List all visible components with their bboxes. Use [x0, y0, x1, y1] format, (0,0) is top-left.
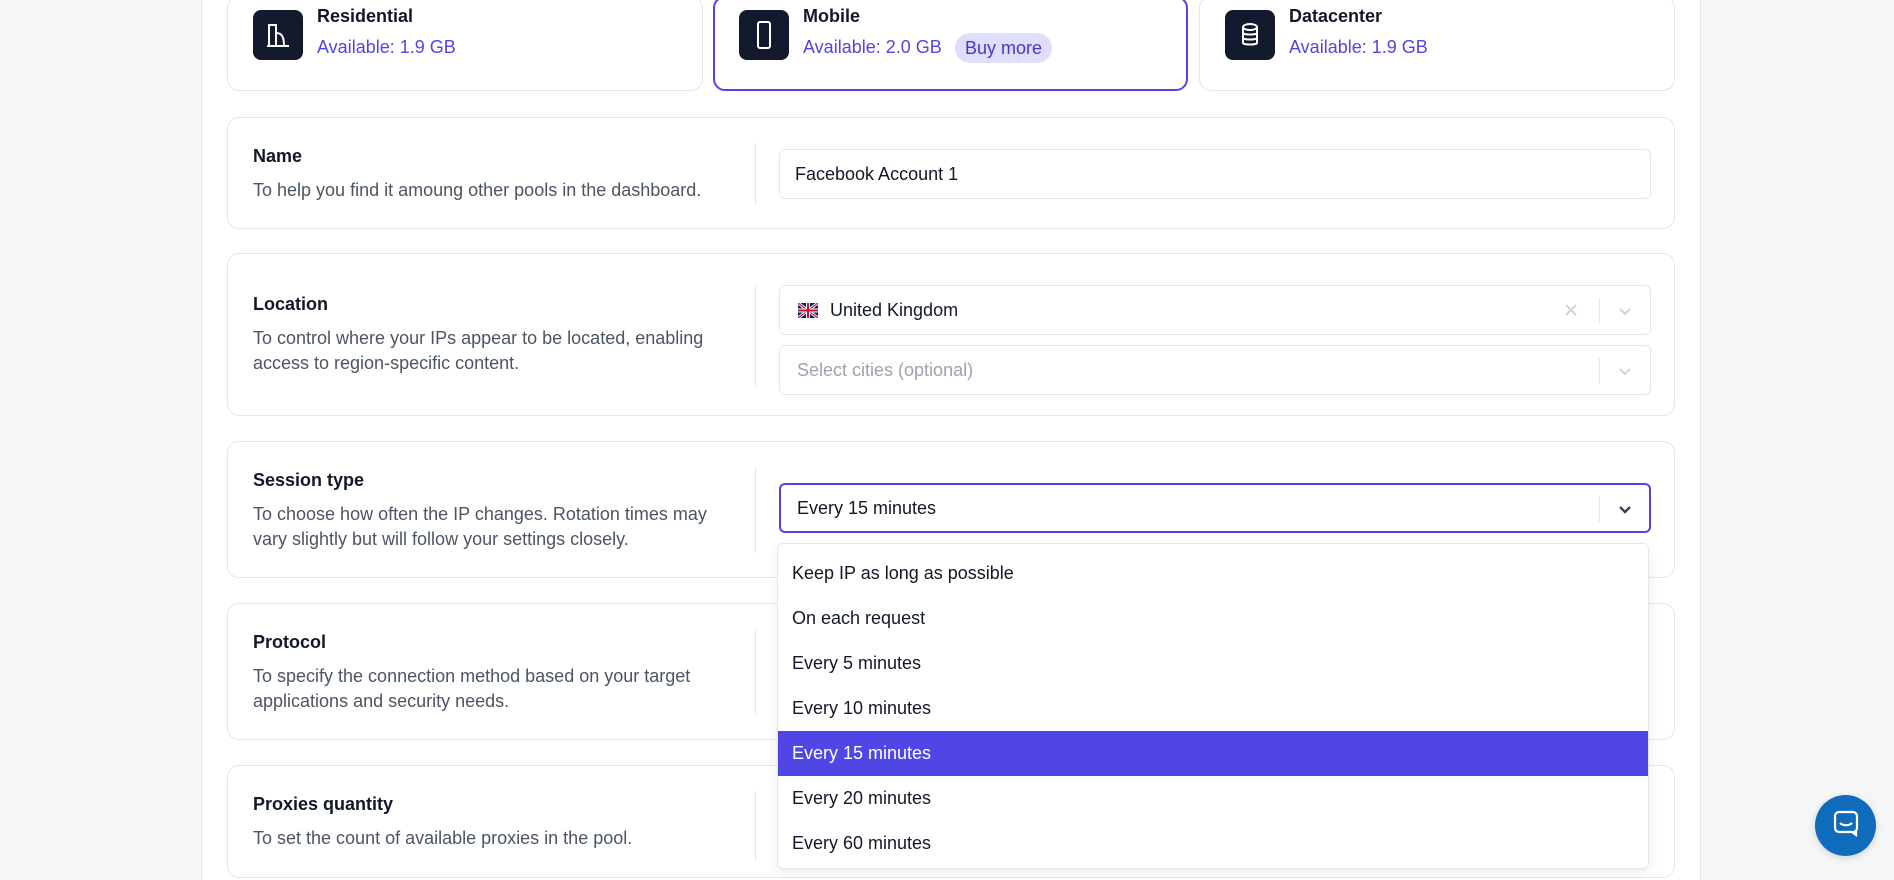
- dropdown-option[interactable]: Every 20 minutes: [778, 776, 1648, 821]
- separator: [1599, 358, 1600, 384]
- section-title: Protocol: [253, 632, 327, 652]
- selected-country: United Kingdom: [830, 300, 959, 320]
- chat-launcher-button[interactable]: [1815, 795, 1876, 856]
- dropdown-option[interactable]: Keep IP as long as possible: [778, 551, 1648, 596]
- section-description: To help you find it amoung other pools i…: [253, 180, 702, 200]
- dropdown-option[interactable]: Every 60 minutes: [778, 821, 1648, 866]
- cities-select[interactable]: Select cities (optional): [779, 345, 1651, 395]
- section-title: Session type: [253, 470, 365, 490]
- session-type-select[interactable]: Every 15 minutes: [779, 483, 1651, 533]
- separator: [1599, 496, 1600, 522]
- divider: [755, 629, 756, 715]
- session-type-dropdown: Keep IP as long as possible On each requ…: [777, 543, 1649, 869]
- dropdown-option[interactable]: Every 5 minutes: [778, 641, 1648, 686]
- location-section: Location To control where your IPs appea…: [227, 253, 1675, 416]
- chat-icon: [1832, 809, 1860, 842]
- dropdown-option[interactable]: On each request: [778, 596, 1648, 641]
- name-section: Name To help you find it amoung other po…: [227, 117, 1675, 229]
- section-description: To set the count of available proxies in…: [253, 828, 633, 848]
- name-input[interactable]: Facebook Account 1: [779, 149, 1651, 199]
- uk-flag-icon: [797, 301, 819, 320]
- divider: [755, 467, 756, 553]
- divider: [755, 286, 756, 386]
- building-icon: [253, 10, 303, 60]
- dropdown-option[interactable]: Every 10 minutes: [778, 686, 1648, 731]
- chevron-down-icon[interactable]: [1615, 301, 1635, 321]
- divider: [755, 791, 756, 861]
- section-title: Proxies quantity: [253, 794, 394, 814]
- divider: [755, 143, 756, 205]
- database-icon: [1225, 10, 1275, 60]
- section-description: To control where your IPs appear to be l…: [253, 328, 704, 373]
- section-description: To choose how often the IP changes. Rota…: [253, 504, 707, 549]
- separator: [1599, 298, 1600, 324]
- clear-icon[interactable]: [1562, 301, 1580, 319]
- section-description: To specify the connection method based o…: [253, 666, 691, 711]
- product-card-datacenter[interactable]: Datacenter Available: 1.9 GB: [1199, 0, 1675, 91]
- product-availability: Available: 2.0 GB: [803, 37, 942, 57]
- section-title: Location: [253, 294, 328, 314]
- buy-more-button[interactable]: Buy more: [955, 33, 1053, 63]
- product-card-residential[interactable]: Residential Available: 1.9 GB: [227, 0, 703, 91]
- cities-placeholder: Select cities (optional): [797, 360, 974, 380]
- product-name: Datacenter: [1289, 6, 1383, 26]
- product-availability: Available: 1.9 GB: [317, 37, 456, 57]
- selected-session-type: Every 15 minutes: [797, 498, 937, 518]
- section-title: Name: [253, 146, 303, 166]
- product-name: Residential: [317, 6, 414, 26]
- product-availability: Available: 1.9 GB: [1289, 37, 1428, 57]
- chevron-down-icon[interactable]: [1615, 499, 1635, 519]
- dropdown-option-selected[interactable]: Every 15 minutes: [778, 731, 1648, 776]
- chevron-down-icon[interactable]: [1615, 361, 1635, 381]
- mobile-phone-icon: [739, 10, 789, 60]
- country-select[interactable]: United Kingdom: [779, 285, 1651, 335]
- product-card-mobile[interactable]: Mobile Available: 2.0 GB Buy more: [713, 0, 1188, 91]
- product-name: Mobile: [803, 6, 860, 26]
